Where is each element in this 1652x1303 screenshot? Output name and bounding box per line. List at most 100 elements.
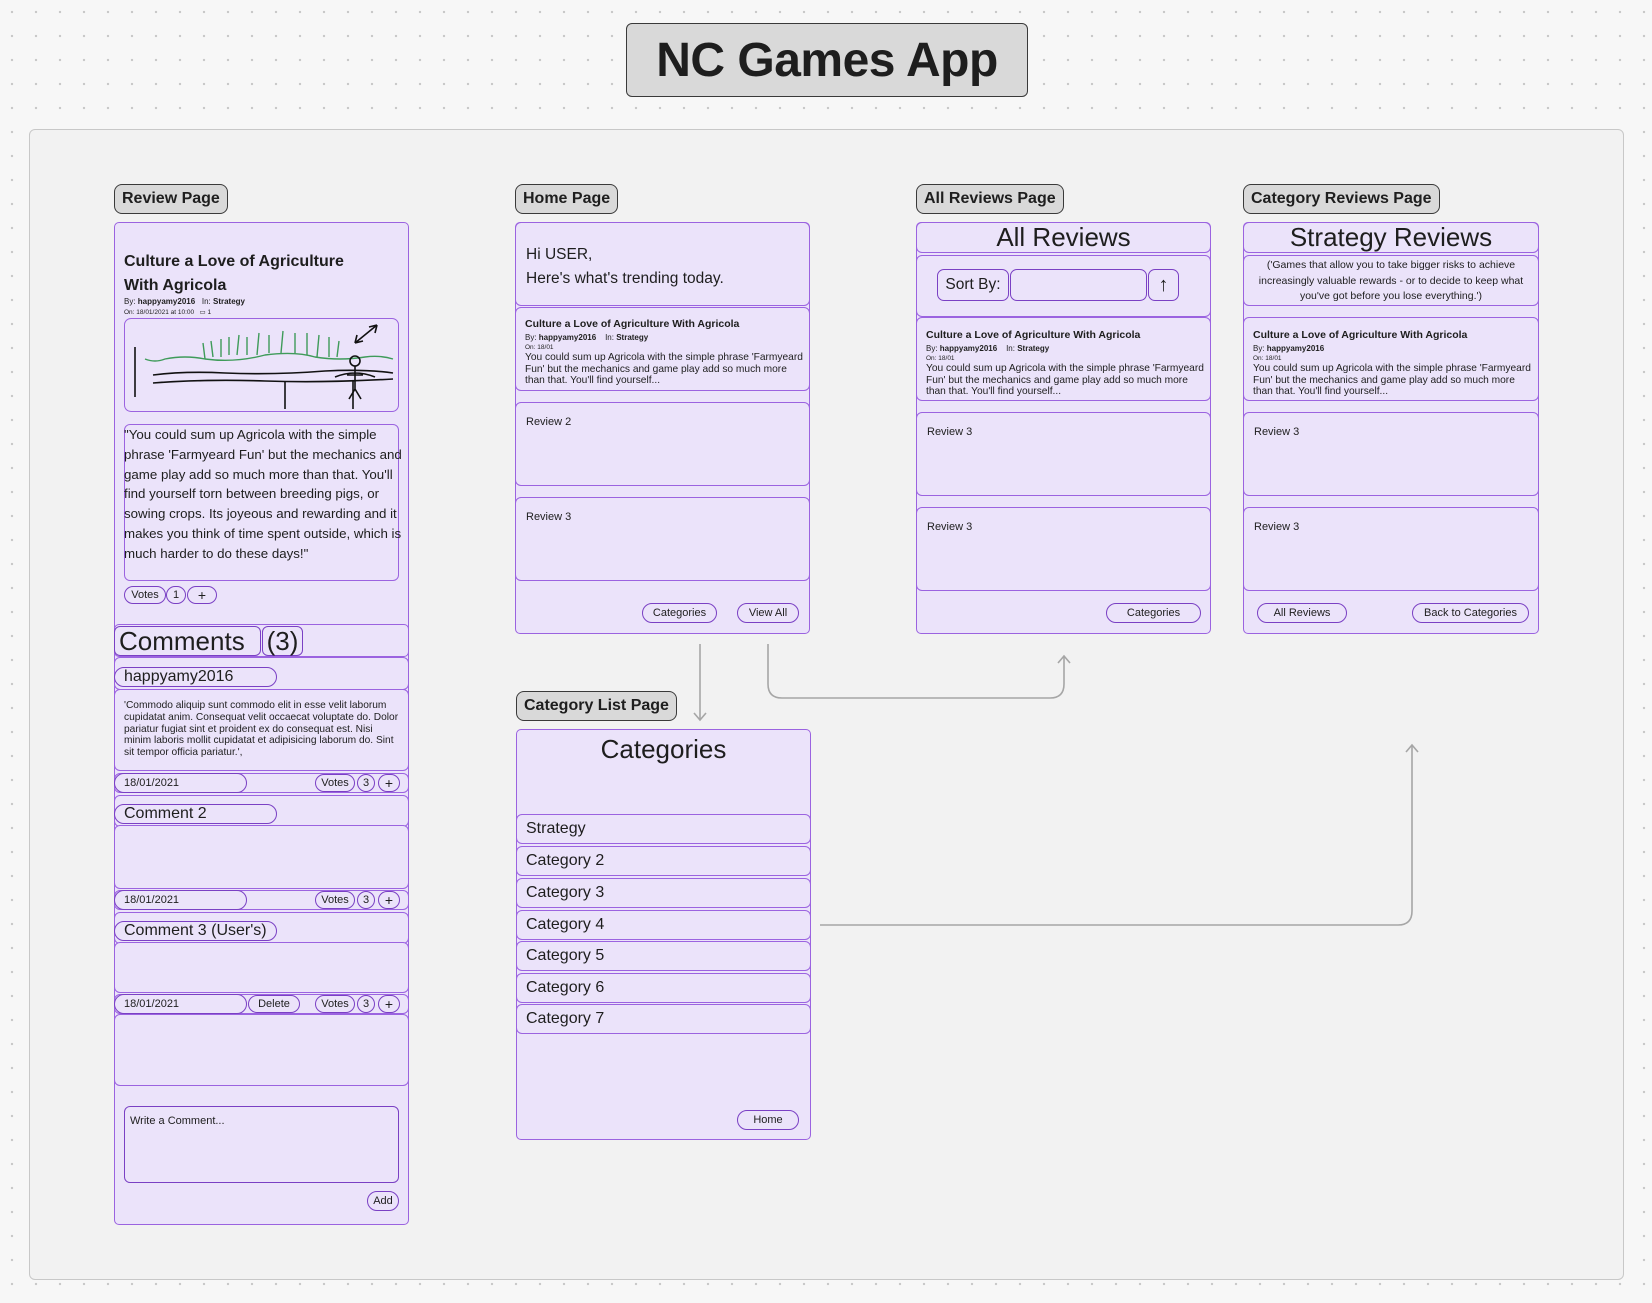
home-review-card-2[interactable]: Review 2 <box>515 402 810 486</box>
category-reviews-card-meta: By: happyamy2016 <box>1253 344 1324 353</box>
categories-heading: Categories <box>600 734 727 764</box>
connector-viewall-to-allreviews <box>767 644 1065 699</box>
category-reviews-card-2[interactable]: Review 3 <box>1243 412 1539 496</box>
category-reviews-card-by-prefix: By: <box>1253 344 1265 353</box>
all-reviews-card-excerpt: You could sum up Agricola with the simpl… <box>926 363 1204 398</box>
home-card-category: Strategy <box>616 333 649 342</box>
comment-1-vote-plus-button[interactable]: + <box>378 774 400 792</box>
home-categories-button[interactable]: Categories <box>642 603 717 623</box>
review-votes-label: Votes <box>124 586 166 604</box>
home-view-all-button[interactable]: View All <box>737 603 799 623</box>
category-item-7[interactable]: Category 7 <box>516 1004 811 1034</box>
farm-sketch-icon <box>134 324 394 411</box>
comment-3-date: 18/01/2021 <box>114 994 247 1014</box>
all-reviews-categories-button[interactable]: Categories <box>1106 603 1201 623</box>
label-category-reviews-page: Category Reviews Page <box>1243 184 1440 214</box>
label-all-reviews-page: All Reviews Page <box>916 184 1064 214</box>
comment-1-date: 18/01/2021 <box>114 773 247 793</box>
all-reviews-card-category: Strategy <box>1017 344 1050 353</box>
category-list-home-button[interactable]: Home <box>737 1110 799 1130</box>
comment-1-votes-count: 3 <box>357 774 375 792</box>
comment-1-body: 'Commodo aliquip sunt commodo elit in es… <box>124 700 399 759</box>
category-item-4[interactable]: Category 4 <box>516 910 811 940</box>
comment-3-box <box>114 942 409 993</box>
review-image <box>124 318 399 412</box>
home-card-by-prefix: By: <box>525 333 537 342</box>
sort-by-label: Sort By: <box>937 269 1009 301</box>
comment-2-date: 18/01/2021 <box>114 890 247 910</box>
review-by-prefix: By: <box>124 297 136 306</box>
category-item-1[interactable]: Strategy <box>516 814 811 844</box>
review-meta: By: happyamy2016 In: Strategy <box>124 297 245 306</box>
review-title: Culture a Love of Agriculture With Agric… <box>124 250 404 298</box>
all-reviews-card-by-prefix: By: <box>926 344 938 353</box>
comment-1-votes-label: Votes <box>315 774 355 792</box>
comment-3-delete-button[interactable]: Delete <box>248 995 300 1013</box>
review-date-line: On: 18/01/2021 at 10:00 ▭ 1 <box>124 308 211 316</box>
category-item-5[interactable]: Category 5 <box>516 941 811 971</box>
home-greeting-line1: Hi USER, <box>526 246 593 263</box>
home-card-excerpt: You could sum up Agricola with the simpl… <box>525 352 803 387</box>
review-vote-plus-button[interactable]: + <box>187 586 217 604</box>
comments-heading: Comments <box>114 626 261 656</box>
home-greeting: Hi USER, Here's what's trending today. <box>515 222 810 306</box>
review-in-prefix: In: <box>201 297 211 306</box>
label-review-page: Review Page <box>114 184 228 214</box>
add-comment-button[interactable]: Add <box>367 1191 399 1211</box>
sort-by-select[interactable] <box>1010 269 1147 301</box>
review-votes-count: 1 <box>166 586 186 604</box>
comment-icon: ▭ <box>199 309 206 316</box>
review-title-line2: With Agricola <box>124 277 227 294</box>
comment-2-votes-label: Votes <box>315 891 355 909</box>
comment-2-box <box>114 825 409 889</box>
all-reviews-card-in-prefix: In: <box>1006 344 1015 353</box>
category-description: ('Games that allow you to take bigger ri… <box>1243 255 1539 306</box>
all-reviews-heading: All Reviews <box>916 222 1211 253</box>
home-greeting-line2: Here's what's trending today. <box>526 270 724 287</box>
home-review-card-3[interactable]: Review 3 <box>515 497 810 581</box>
label-home-page: Home Page <box>515 184 619 214</box>
category-item-2[interactable]: Category 2 <box>516 846 811 876</box>
back-to-categories-button[interactable]: Back to Categories <box>1412 603 1529 623</box>
label-category-list-page: Category List Page <box>516 691 677 721</box>
category-reviews-card-date: On: 18/01 <box>1253 355 1282 362</box>
home-card-date: On: 18/01 <box>525 344 554 351</box>
comment-1-author[interactable]: happyamy2016 <box>114 667 277 687</box>
comments-count: (3) <box>262 626 303 656</box>
all-reviews-card-author: happyamy2016 <box>939 344 998 353</box>
category-reviews-all-reviews-button[interactable]: All Reviews <box>1257 603 1347 623</box>
comment-input[interactable]: Write a Comment... <box>124 1106 399 1183</box>
all-reviews-card-title[interactable]: Culture a Love of Agriculture With Agric… <box>926 329 1140 341</box>
home-card-in-prefix: In: <box>605 333 614 342</box>
category-reviews-card-3[interactable]: Review 3 <box>1243 507 1539 591</box>
all-reviews-card-date: On: 18/01 <box>926 355 955 362</box>
comment-3-author[interactable]: Comment 3 (User's) <box>114 921 277 941</box>
category-reviews-card-title[interactable]: Culture a Love of Agriculture With Agric… <box>1253 329 1467 341</box>
category-reviews-card-author: happyamy2016 <box>1266 344 1325 353</box>
comments-spacer <box>114 1014 409 1086</box>
all-reviews-card-meta: By: happyamy2016 In: Strategy <box>926 344 1049 353</box>
category-reviews-heading: Strategy Reviews <box>1243 222 1539 253</box>
comment-3-votes-count: 3 <box>357 995 375 1013</box>
home-card-meta: By: happyamy2016 In: Strategy <box>525 333 648 342</box>
all-reviews-card-2[interactable]: Review 3 <box>916 412 1211 496</box>
review-title-line1: Culture a Love of Agriculture <box>124 253 344 270</box>
connector-category-to-categoryreviews <box>820 746 1413 926</box>
home-card-title[interactable]: Culture a Love of Agriculture With Agric… <box>525 318 739 330</box>
review-comment-count: 1 <box>207 309 212 316</box>
category-item-3[interactable]: Category 3 <box>516 878 811 908</box>
comment-2-vote-plus-button[interactable]: + <box>378 891 400 909</box>
review-author[interactable]: happyamy2016 <box>138 297 195 306</box>
home-card-author: happyamy2016 <box>538 333 597 342</box>
comment-2-votes-count: 3 <box>357 891 375 909</box>
comment-3-vote-plus-button[interactable]: + <box>378 995 400 1013</box>
sort-order-arrow-icon[interactable]: ↑ <box>1148 269 1179 301</box>
comment-3-votes-label: Votes <box>315 995 355 1013</box>
category-item-6[interactable]: Category 6 <box>516 973 811 1003</box>
comment-2-author[interactable]: Comment 2 <box>114 804 277 824</box>
review-date: On: 18/01/2021 at 10:00 <box>124 309 195 316</box>
category-reviews-card-excerpt: You could sum up Agricola with the simpl… <box>1253 363 1531 398</box>
review-category[interactable]: Strategy <box>213 297 245 306</box>
all-reviews-card-3[interactable]: Review 3 <box>916 507 1211 591</box>
review-body: "You could sum up Agricola with the simp… <box>124 427 402 561</box>
